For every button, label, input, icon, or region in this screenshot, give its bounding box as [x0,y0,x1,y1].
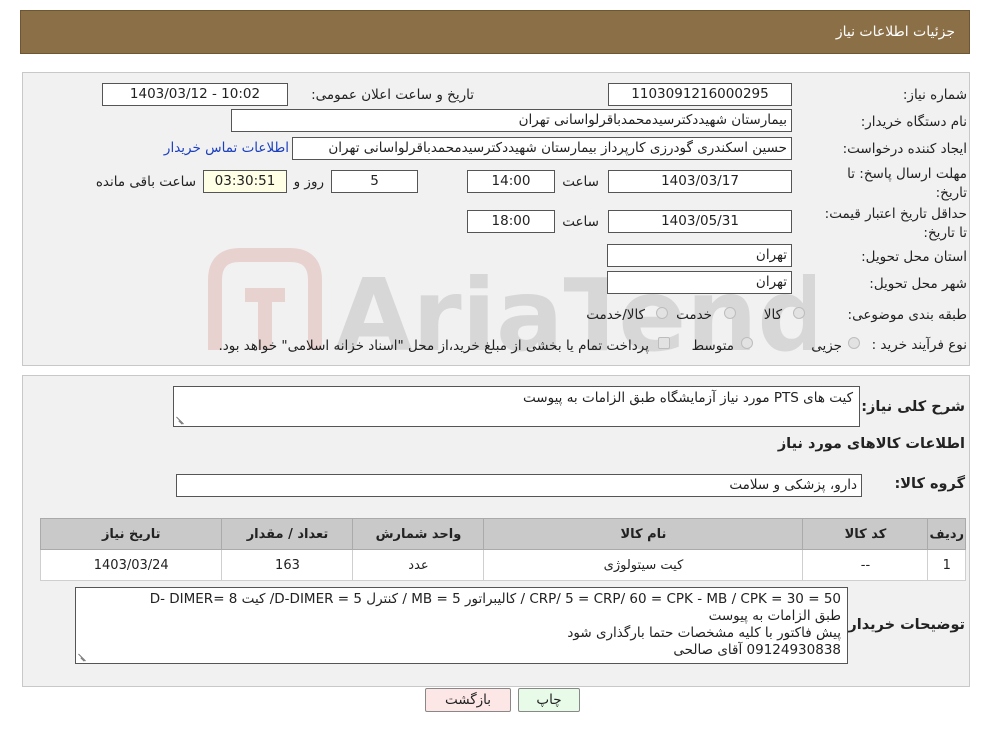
days-remaining-field[interactable]: 5 [331,170,418,193]
price-validity-time-field[interactable]: 18:00 [467,210,555,233]
category-label: طبقه بندی موضوعی: [847,307,967,323]
print-button[interactable]: چاپ [518,688,580,712]
province-label: استان محل تحویل: [861,249,967,265]
need-number-field[interactable]: 1103091216000295 [608,83,792,106]
description-textarea[interactable]: کیت های PTS مورد نیاز آزمایشگاه طبق الزا… [173,386,860,427]
description-text: کیت های PTS مورد نیاز آزمایشگاه طبق الزا… [523,390,853,406]
page-title: جزئیات اطلاعات نیاز [835,24,955,40]
goods-group-label: گروه کالا: [894,476,965,492]
category-option-service: خدمت [676,307,712,323]
cell-date: 1403/03/24 [39,549,223,581]
cell-name: کیت سیتولوژی [483,549,804,581]
announce-date-field[interactable]: 1403/03/12 - 10:02 [102,83,288,106]
process-radio-medium[interactable] [741,337,753,349]
category-radio-goods[interactable] [793,307,805,319]
buyer-notes-label: توضیحات خریدار: [842,617,965,633]
col-header-row-number: ردیف [927,518,966,550]
buyer-contact-link[interactable]: اطلاعات تماس خریدار [164,140,289,156]
buyer-org-field[interactable]: بیمارستان شهیددکترسیدمحمدباقرلواسانی تهر… [231,109,792,132]
category-option-goods-service: کالا/خدمت [586,307,645,323]
province-field[interactable]: تهران [607,244,792,267]
city-field[interactable]: تهران [607,271,792,294]
col-header-code: کد کالا [802,518,929,550]
goods-group-field[interactable]: دارو، پزشکی و سلامت [176,474,862,497]
category-radio-service[interactable] [724,307,736,319]
description-label: شرح کلی نیاز: [861,399,965,415]
col-header-qty: تعداد / مقدار [221,518,354,550]
process-label: نوع فرآیند خرید : [871,337,967,353]
cell-row-number: 1 [927,549,966,581]
price-validity-date-field[interactable]: 1403/05/31 [608,210,792,233]
requester-field[interactable]: حسین اسکندری گودرزی کارپرداز بیمارستان ش… [292,137,792,160]
col-header-unit: واحد شمارش [352,518,485,550]
treasury-note: پرداخت تمام یا بخشی از مبلغ خرید،از محل … [218,338,649,354]
remaining-time-label: ساعت باقی مانده [95,174,196,190]
price-validity-label: حداقل تاریخ اعتبار قیمت: تا تاریخ: [824,206,967,241]
deadline-label: مهلت ارسال پاسخ: تا تاریخ: [847,166,967,201]
need-number-label: شماره نیاز: [902,87,967,103]
goods-section-title: اطلاعات کالاهای مورد نیاز [777,436,965,452]
cell-unit: عدد [352,549,485,581]
announce-date-label: تاریخ و ساعت اعلان عمومی: [311,87,474,103]
cell-qty: 163 [221,549,354,581]
requester-label: ایجاد کننده درخواست: [842,141,967,157]
buyer-notes-line: 50 = CRP/ 5 = CRP/ 60 = CPK - MB / CPK =… [149,591,841,607]
days-word: روز و [293,174,324,190]
deadline-time-field[interactable]: 14:00 [467,170,555,193]
col-header-date: تاریخ نیاز [39,518,223,550]
buyer-notes-line: پیش فاکتور با کلیه مشخصات حتما بارگذاری … [567,625,841,641]
buyer-notes-line: 09124930838 آقای صالحی [673,642,841,658]
category-radio-goods-service[interactable] [656,307,668,319]
col-header-name: نام کالا [483,518,804,550]
resize-handle-icon[interactable] [78,653,86,661]
category-option-goods: کالا [763,307,782,323]
process-option-minor: جزیی [811,338,842,354]
treasury-checkbox[interactable] [658,337,670,349]
table-row[interactable]: 1 -- کیت سیتولوژی عدد 163 1403/03/24 [39,549,966,581]
cell-code: -- [802,549,929,581]
resize-handle-icon[interactable] [176,416,184,424]
deadline-date-field[interactable]: 1403/03/17 [608,170,792,193]
back-button[interactable]: بازگشت [425,688,511,712]
process-option-medium: متوسط [691,338,734,354]
page-header: جزئیات اطلاعات نیاز [20,10,970,54]
city-label: شهر محل تحویل: [869,276,967,292]
buyer-org-label: نام دستگاه خریدار: [860,114,967,130]
price-validity-time-word: ساعت [562,214,599,230]
process-radio-minor[interactable] [848,337,860,349]
goods-table: ردیف کد کالا نام کالا واحد شمارش تعداد /… [39,518,966,581]
buyer-notes-line: طبق الزامات به پیوست [708,608,841,624]
remaining-time-field: 03:30:51 [203,170,287,193]
buyer-notes-textarea[interactable]: 50 = CRP/ 5 = CRP/ 60 = CPK - MB / CPK =… [75,587,848,664]
table-header-row: ردیف کد کالا نام کالا واحد شمارش تعداد /… [39,518,966,550]
deadline-time-word: ساعت [562,174,599,190]
